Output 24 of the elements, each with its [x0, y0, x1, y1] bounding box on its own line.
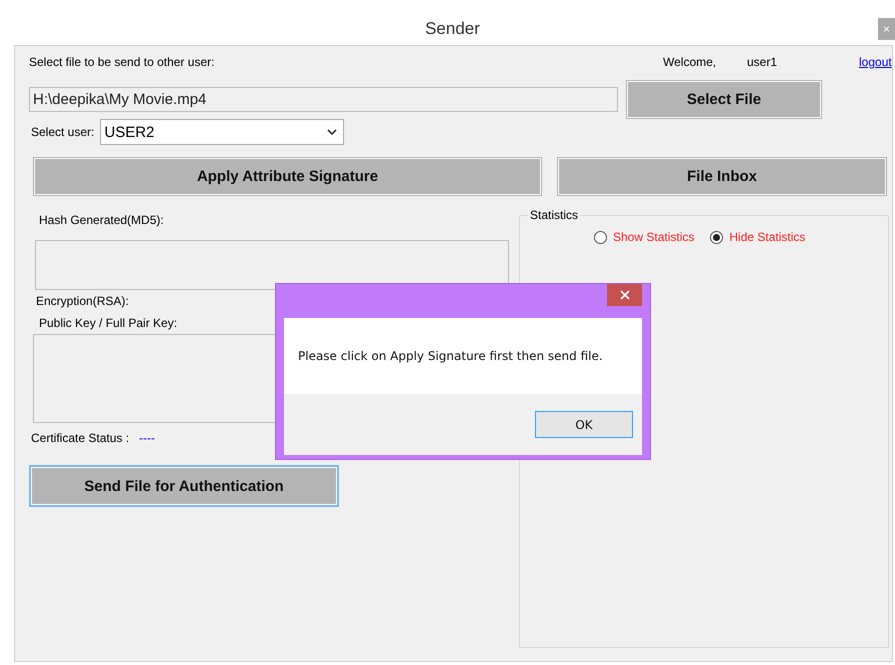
file-inbox-button[interactable]: File Inbox — [558, 158, 886, 194]
group-title: Statistics — [528, 208, 580, 222]
field-label: Select file to be send to other user: — [29, 55, 216, 69]
select-file-button[interactable]: Select File — [627, 81, 821, 118]
file-path-field[interactable]: H:\deepika\My Movie.mp4 — [29, 87, 618, 112]
logout-link[interactable]: logout — [859, 55, 892, 69]
apply-signature-button[interactable]: Apply Attribute Signature — [34, 158, 541, 194]
close-button[interactable] — [607, 284, 642, 306]
field-label: Hash Generated(MD5): — [39, 213, 164, 227]
user-dropdown[interactable]: USER2 — [100, 119, 344, 145]
user-name: user1 — [747, 55, 778, 69]
ok-button[interactable]: OK — [535, 411, 633, 438]
send-file-button[interactable]: Send File for Authentication — [31, 467, 337, 505]
field-label: Certificate Status : — [31, 431, 130, 445]
dialog-message: Please click on Apply Signature first then send file. — [284, 318, 642, 394]
window-title: Sender — [425, 18, 480, 38]
field-label: Public Key / Full Pair Key: — [39, 316, 178, 330]
certificate-status: ---- — [139, 431, 156, 445]
close-icon — [620, 290, 630, 300]
chevron-down-icon — [327, 128, 338, 136]
hash-output-field[interactable] — [35, 240, 509, 290]
field-label: Encryption(RSA): — [36, 294, 129, 308]
welcome-text: Welcome, — [663, 55, 718, 69]
field-label: Select user: — [31, 125, 94, 139]
